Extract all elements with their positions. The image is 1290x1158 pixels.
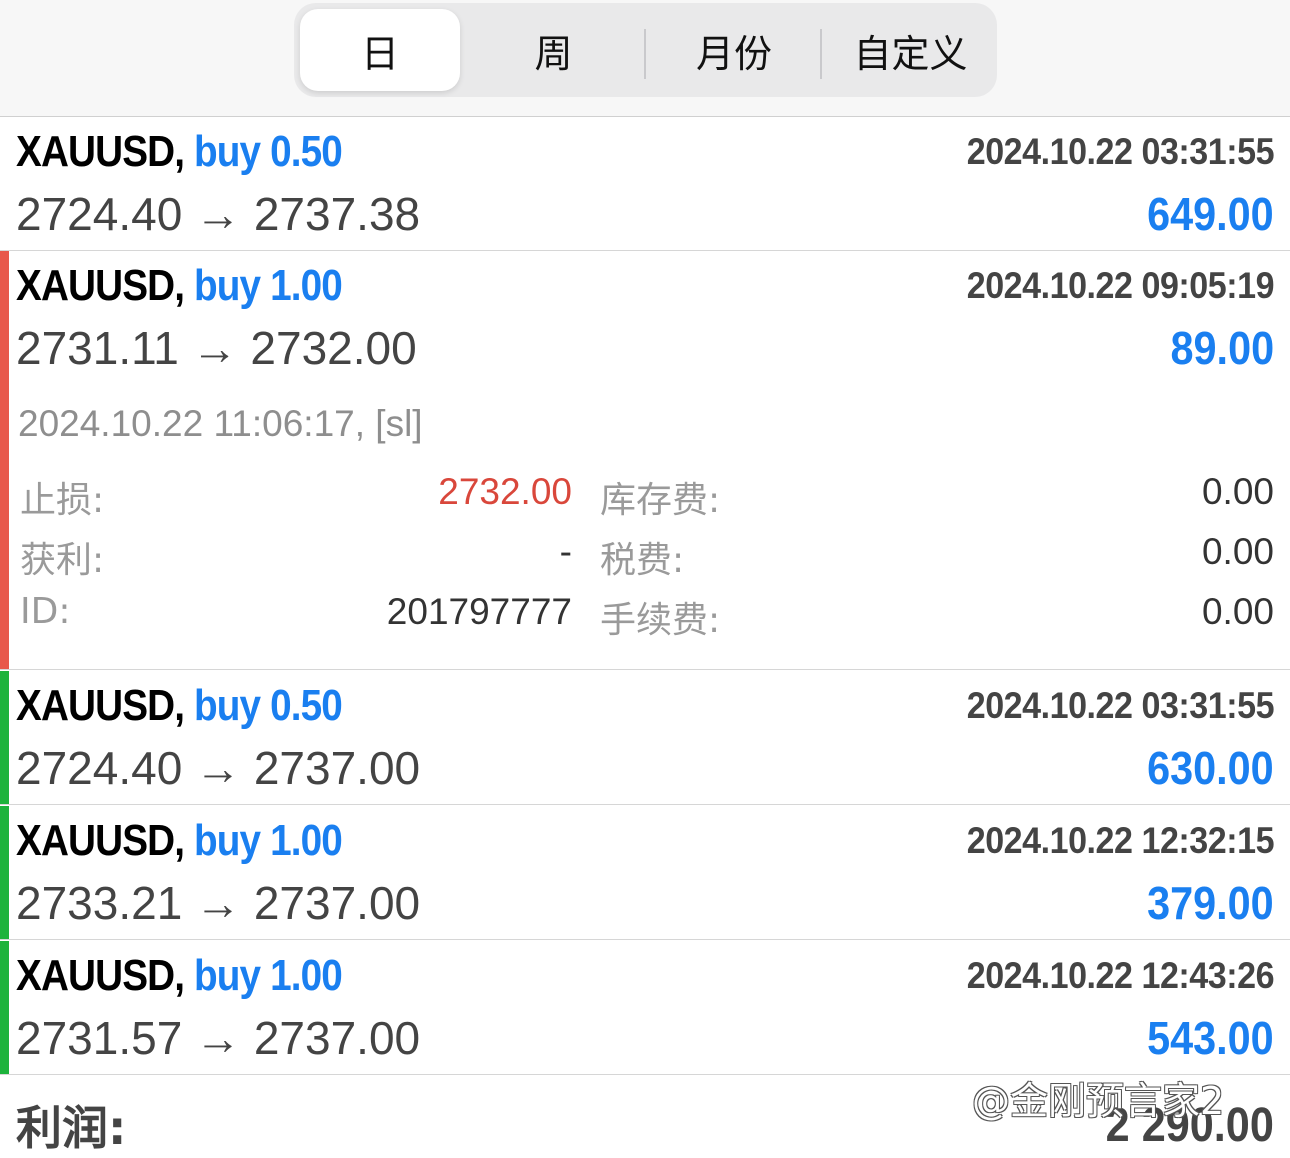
fee-label: 手续费: [600, 600, 721, 641]
profit-marker [0, 941, 9, 1074]
trade-prices: 2733.21 → 2737.00 [16, 877, 421, 929]
trade-prices: 2731.11 → 2732.00 [16, 322, 417, 374]
profit-marker [0, 806, 9, 939]
tab-divider [644, 29, 646, 79]
trade-action: buy 1.00 [193, 816, 343, 865]
period-tab-bar: 日 周 月份 自定义 [0, 0, 1290, 117]
trade-prices: 2731.57 → 2737.00 [16, 1012, 421, 1064]
trade-profit: 89.00 [1170, 322, 1274, 374]
trade-symbol: XAUUSD, [16, 127, 185, 176]
trade-action: buy 1.00 [193, 951, 343, 1000]
tab-week[interactable]: 周 [466, 3, 641, 97]
trade-prices: 2724.40 → 2737.38 [16, 188, 421, 240]
tab-custom[interactable]: 自定义 [824, 3, 997, 97]
tab-month[interactable]: 月份 [648, 3, 820, 97]
trade-symbol: XAUUSD, [16, 816, 185, 865]
trade-prices: 2724.40 → 2737.00 [16, 742, 421, 794]
trade-action: buy 0.50 [193, 127, 343, 176]
trade-time: 2024.10.22 12:32:15 [966, 820, 1275, 861]
loss-marker [0, 251, 9, 669]
watermark: @金刚预言家2 [972, 1079, 1225, 1123]
trade-row[interactable]: XAUUSD, buy 0.50 2024.10.22 03:31:55 272… [0, 671, 1290, 805]
trade-symbol-line: XAUUSD, buy 0.50 [16, 681, 343, 731]
trade-profit: 543.00 [1147, 1012, 1274, 1064]
period-segmented-control: 日 周 月份 自定义 [294, 3, 997, 97]
stop-loss-value: 2732.00 [438, 471, 572, 512]
trade-symbol-line: XAUUSD, buy 0.50 [16, 127, 343, 177]
trade-row[interactable]: XAUUSD, buy 1.00 2024.10.22 12:43:26 273… [0, 941, 1290, 1075]
trade-profit: 630.00 [1147, 742, 1274, 794]
take-profit-value: - [559, 531, 572, 572]
trade-profit: 649.00 [1147, 188, 1274, 240]
trade-symbol-line: XAUUSD, buy 1.00 [16, 261, 343, 311]
trade-row-expanded[interactable]: XAUUSD, buy 1.00 2024.10.22 09:05:19 273… [0, 251, 1290, 670]
swap-value: 0.00 [1201, 471, 1274, 512]
fee-value: 0.00 [1201, 591, 1274, 632]
tax-label: 税费: [600, 540, 685, 581]
trade-symbol: XAUUSD, [16, 261, 185, 310]
trade-time: 2024.10.22 12:43:26 [966, 955, 1275, 996]
trade-row[interactable]: XAUUSD, buy 1.00 2024.10.22 12:32:15 273… [0, 806, 1290, 940]
tab-divider [820, 29, 822, 79]
tab-day[interactable]: 日 [300, 9, 460, 91]
trade-symbol: XAUUSD, [16, 951, 185, 1000]
close-info: 2024.10.22 11:06:17, [sl] [18, 403, 423, 444]
profit-marker [0, 671, 9, 804]
trade-time: 2024.10.22 03:31:55 [966, 131, 1275, 172]
trade-symbol: XAUUSD, [16, 681, 185, 730]
trade-symbol-line: XAUUSD, buy 1.00 [16, 951, 343, 1001]
id-label: ID: [20, 591, 71, 632]
trade-profit: 379.00 [1147, 877, 1274, 929]
trade-action: buy 1.00 [193, 261, 343, 310]
total-profit-label: 利润: [16, 1101, 127, 1155]
take-profit-label: 获利: [20, 540, 105, 581]
trade-time: 2024.10.22 09:05:19 [966, 265, 1275, 306]
trade-row[interactable]: XAUUSD, buy 0.50 2024.10.22 03:31:55 272… [0, 117, 1290, 251]
trade-symbol-line: XAUUSD, buy 1.00 [16, 816, 343, 866]
tax-value: 0.00 [1201, 531, 1274, 572]
swap-label: 库存费: [600, 480, 721, 521]
trade-action: buy 0.50 [193, 681, 343, 730]
trade-time: 2024.10.22 03:31:55 [966, 685, 1275, 726]
stop-loss-label: 止损: [20, 480, 105, 521]
id-value: 201797777 [386, 591, 572, 632]
